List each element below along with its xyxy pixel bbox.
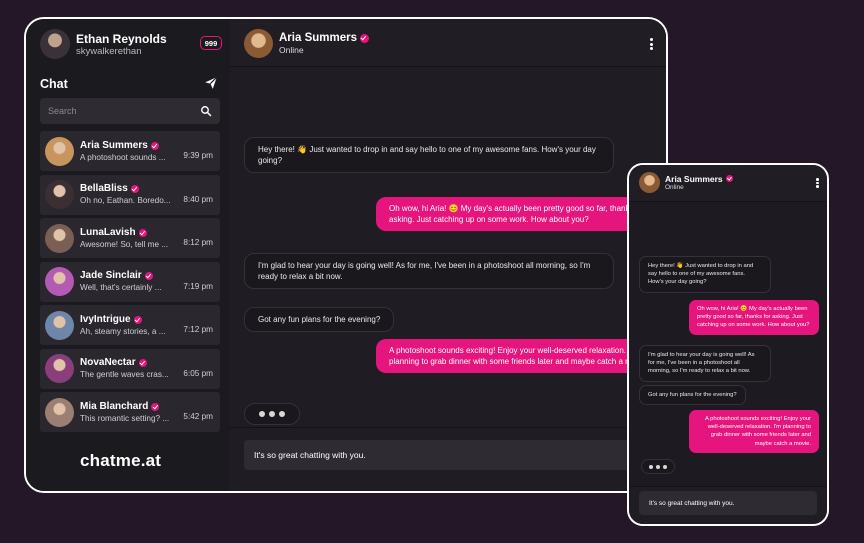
contact-ivyintrigue[interactable]: IvyIntrigue Ah, steamy stories, a ... 7:… xyxy=(40,305,220,345)
message-incoming: Hey there! 👋 Just wanted to drop in and … xyxy=(639,256,771,293)
desktop-window: Ethan Reynolds skywalkerethan 999 Chat A… xyxy=(24,17,668,493)
peer-name: Aria Summers xyxy=(279,31,357,44)
sidebar-title: Chat xyxy=(40,77,68,91)
peer-profile[interactable]: Aria Summers Online xyxy=(244,29,369,58)
avatar[interactable] xyxy=(639,172,660,193)
conversation-pane: Aria Summers Online Hey there! 👋 Just wa… xyxy=(230,19,666,491)
contact-last-message: This romantic setting? ... xyxy=(80,413,170,423)
contact-aria-summers[interactable]: Aria Summers A photoshoot sounds ... 9:3… xyxy=(40,131,220,171)
peer-status: Online xyxy=(279,44,304,55)
contact-lunalavish[interactable]: LunaLavish Awesome! So, tell me ... 8:12… xyxy=(40,218,220,258)
message-incoming: Hey there! 👋 Just wanted to drop in and … xyxy=(244,137,614,173)
avatar xyxy=(45,223,74,253)
notification-badge[interactable]: 999 xyxy=(200,36,222,50)
contact-last-message: Awesome! So, tell me ... xyxy=(80,239,169,249)
contact-name: Jade Sinclair xyxy=(80,270,142,281)
verified-icon xyxy=(138,228,147,237)
message-outgoing: Oh wow, hi Aria! 😊 My day's actually bee… xyxy=(376,197,666,231)
contact-time: 7:19 pm xyxy=(183,281,213,291)
avatar xyxy=(45,310,74,340)
message-incoming: Got any fun plans for the evening? xyxy=(639,385,746,406)
peer-status: Online xyxy=(665,183,684,191)
message-outgoing: Oh wow, hi Aria! 😊 My day's actually bee… xyxy=(689,300,819,335)
verified-icon xyxy=(359,33,369,43)
conversation-header: Aria Summers Online xyxy=(230,19,666,67)
contact-time: 6:05 pm xyxy=(183,368,213,378)
contact-name: Aria Summers xyxy=(80,139,148,151)
message-outgoing: A photoshoot sounds exciting! Enjoy your… xyxy=(689,410,819,453)
send-icon[interactable] xyxy=(204,76,218,90)
contact-name: BellaBliss xyxy=(80,183,128,194)
composer xyxy=(629,486,827,524)
message-list: Hey there! 👋 Just wanted to drop in and … xyxy=(230,67,666,427)
verified-icon xyxy=(725,175,733,182)
contact-name: Mia Blanchard xyxy=(80,400,149,412)
contact-time: 5:42 pm xyxy=(183,412,213,421)
avatar xyxy=(45,354,74,383)
contact-last-message: A photoshoot sounds ... xyxy=(80,152,166,162)
contact-time: 9:39 pm xyxy=(183,151,213,160)
contact-time: 7:12 pm xyxy=(183,325,213,334)
contact-name: NovaNectar xyxy=(80,357,136,368)
verified-icon xyxy=(138,359,147,367)
mobile-window: Aria Summers Online Hey there! 👋 Just wa… xyxy=(627,163,829,526)
contact-name: LunaLavish xyxy=(80,226,136,238)
avatar xyxy=(45,180,74,209)
contact-last-message: Ah, steamy stories, a ... xyxy=(80,326,166,336)
contact-time: 8:40 pm xyxy=(183,194,213,204)
search-bar xyxy=(40,98,220,124)
contact-last-message: Oh no, Eathan. Boredo... xyxy=(80,196,171,205)
avatar xyxy=(45,136,74,166)
contact-last-message: The gentle waves cras... xyxy=(80,370,169,379)
verified-icon xyxy=(150,141,159,150)
contact-list: Aria Summers A photoshoot sounds ... 9:3… xyxy=(40,131,220,436)
contact-novanectar[interactable]: NovaNectar The gentle waves cras... 6:05… xyxy=(40,348,220,389)
peer-name: Aria Summers xyxy=(665,173,723,184)
current-user-name: Ethan Reynolds xyxy=(76,31,167,46)
contact-jade-sinclair[interactable]: Jade Sinclair Well, that's certainly ...… xyxy=(40,261,220,302)
contact-time: 8:12 pm xyxy=(183,238,213,247)
contact-name: IvyIntrigue xyxy=(80,313,131,325)
contact-mia-blanchard[interactable]: Mia Blanchard This romantic setting? ...… xyxy=(40,392,220,432)
verified-icon xyxy=(144,272,153,280)
search-input[interactable] xyxy=(48,106,200,116)
avatar xyxy=(45,397,74,427)
verified-icon xyxy=(151,402,160,411)
contact-last-message: Well, that's certainly ... xyxy=(80,283,162,292)
current-user[interactable]: Ethan Reynolds skywalkerethan xyxy=(40,29,167,59)
kebab-menu-icon[interactable] xyxy=(816,178,819,189)
mobile-conversation-header: Aria Summers Online xyxy=(629,165,827,202)
verified-icon xyxy=(133,315,142,324)
sidebar: Ethan Reynolds skywalkerethan 999 Chat A… xyxy=(26,19,230,491)
avatar xyxy=(45,267,74,296)
peer-profile[interactable]: Aria Summers Online xyxy=(639,172,733,193)
message-incoming: I'm glad to hear your day is going well!… xyxy=(639,345,771,382)
avatar[interactable] xyxy=(40,29,70,59)
message-input[interactable] xyxy=(244,440,664,470)
composer xyxy=(230,427,666,491)
typing-indicator xyxy=(244,403,300,425)
brand-logo[interactable]: chatme.at xyxy=(80,451,161,471)
kebab-menu-icon[interactable] xyxy=(650,38,654,50)
verified-icon xyxy=(130,185,139,193)
message-outgoing: A photoshoot sounds exciting! Enjoy your… xyxy=(376,339,666,373)
message-incoming: I'm glad to hear your day is going well!… xyxy=(244,253,614,289)
message-input[interactable] xyxy=(639,491,817,515)
current-user-handle: skywalkerethan xyxy=(76,45,142,57)
search-icon[interactable] xyxy=(200,105,212,117)
typing-indicator xyxy=(641,459,675,474)
contact-bellabliss[interactable]: BellaBliss Oh no, Eathan. Boredo... 8:40… xyxy=(40,174,220,215)
message-incoming: Got any fun plans for the evening? xyxy=(244,307,395,332)
avatar[interactable] xyxy=(244,29,273,58)
